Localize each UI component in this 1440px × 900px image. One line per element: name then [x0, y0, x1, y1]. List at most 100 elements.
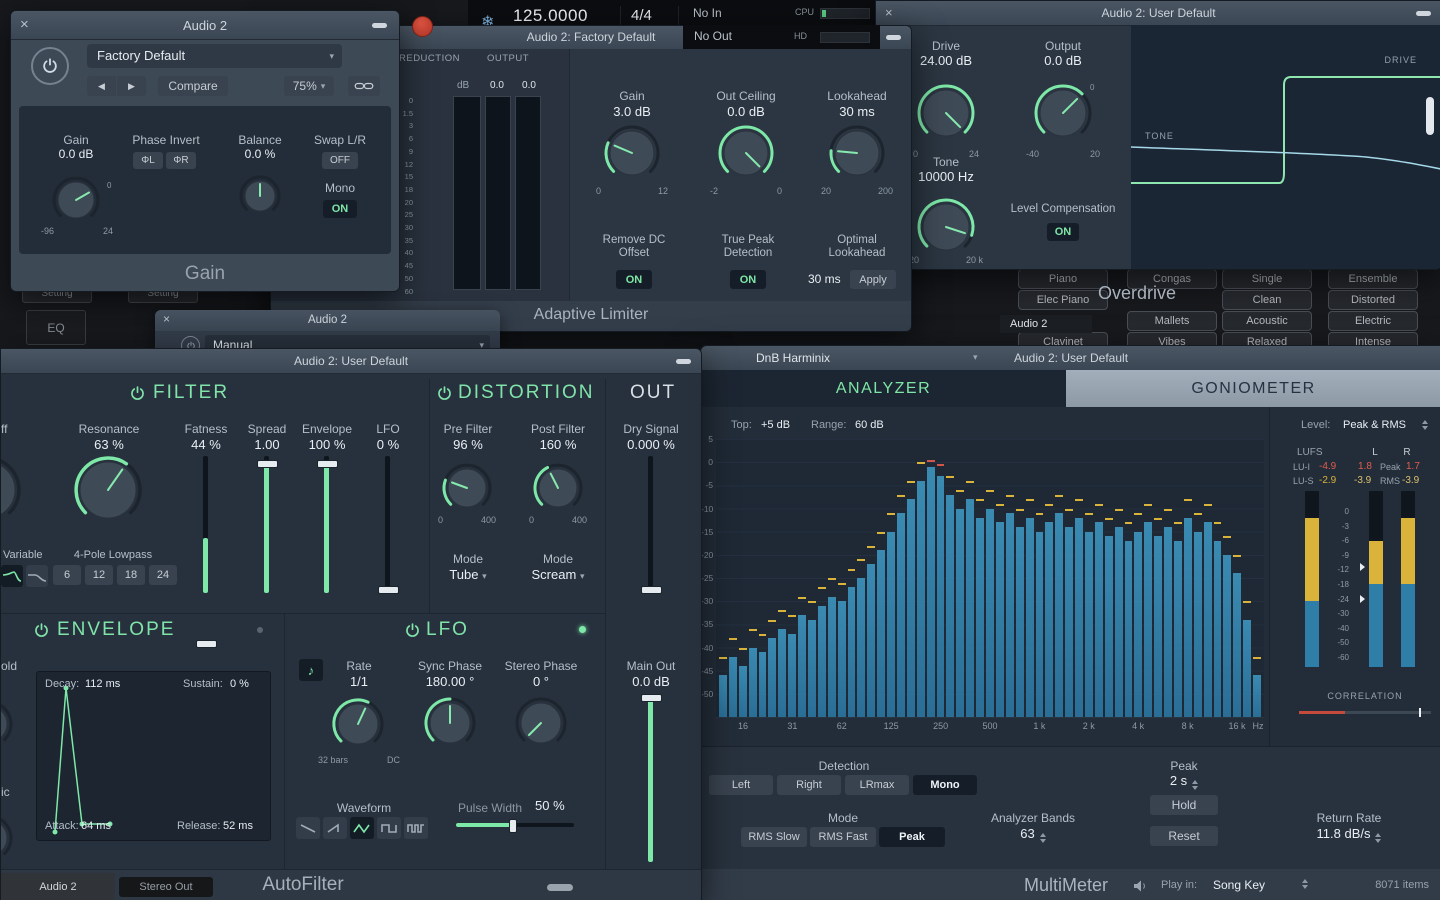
- main-out-slider[interactable]: [641, 694, 662, 862]
- compare-button[interactable]: Compare: [158, 76, 228, 96]
- resonance-knob[interactable]: [70, 452, 146, 531]
- prev-preset-button[interactable]: ◀: [87, 76, 116, 96]
- preset-dropdown[interactable]: Factory Default ▾: [87, 44, 342, 68]
- library-clean[interactable]: Clean: [1222, 290, 1312, 310]
- resize-handle[interactable]: [547, 884, 573, 891]
- threshold-knob[interactable]: [1, 696, 17, 755]
- top-value[interactable]: +5 dB: [761, 419, 790, 431]
- slope-option-24[interactable]: 24: [149, 565, 177, 585]
- tone-value[interactable]: 10000 Hz: [901, 169, 991, 184]
- dynamic-knob[interactable]: [1, 810, 17, 869]
- sync-phase-knob[interactable]: [420, 693, 480, 756]
- time-signature[interactable]: 4/4: [631, 7, 652, 24]
- filter-power-icon[interactable]: [129, 385, 146, 402]
- overdrive-titlebar[interactable]: × Audio 2: User Default: [876, 1, 1440, 26]
- input-display[interactable]: No In: [693, 6, 722, 20]
- out-ceiling-value[interactable]: 0.0 dB: [701, 104, 791, 119]
- play-in-stepper[interactable]: [1302, 879, 1308, 889]
- envelope-amount-slider[interactable]: [317, 456, 338, 593]
- library-piano[interactable]: Piano: [1018, 269, 1108, 289]
- apply-button[interactable]: Apply: [850, 270, 896, 289]
- envelope-graph[interactable]: Decay: 112 ms Sustain: 0 % Attack: 64 ms…: [36, 671, 271, 841]
- detection-option-left[interactable]: Left: [709, 775, 773, 795]
- minimize-pill[interactable]: [372, 23, 387, 28]
- level-stepper[interactable]: [1422, 420, 1428, 430]
- next-preset-button[interactable]: ▶: [117, 76, 146, 96]
- sync-phase-value[interactable]: 180.00 °: [410, 674, 490, 689]
- spread-slider[interactable]: [257, 456, 278, 593]
- multimeter-titlebar[interactable]: DnB Harminix ▾ Audio 2: User Default: [701, 346, 1440, 371]
- lookahead-knob[interactable]: [825, 121, 889, 188]
- stereo-out-button[interactable]: Stereo Out: [119, 877, 213, 897]
- limiter-gain-knob[interactable]: [600, 121, 664, 188]
- graph-slider-handle[interactable]: [1426, 97, 1434, 135]
- detection-option-right[interactable]: Right: [777, 775, 841, 795]
- cutoff-knob[interactable]: [1, 452, 25, 531]
- output-display[interactable]: No Out: [694, 29, 732, 43]
- pre-filter-knob[interactable]: [438, 459, 496, 520]
- waveform-square-icon[interactable]: [377, 817, 401, 839]
- rate-knob[interactable]: [328, 694, 388, 757]
- library-single[interactable]: Single: [1222, 269, 1312, 289]
- autofilter-titlebar[interactable]: Audio 2: User Default: [1, 349, 701, 374]
- waveform-saw-up-icon[interactable]: [323, 817, 347, 839]
- out-ceiling-knob[interactable]: [714, 121, 778, 188]
- pre-mode-dropdown[interactable]: Tube ▾: [428, 567, 508, 582]
- output-value[interactable]: 0.0 dB: [1023, 53, 1103, 68]
- fatness-slider[interactable]: [196, 456, 217, 648]
- main-out-value[interactable]: 0.0 dB: [611, 674, 691, 689]
- pulse-width-slider[interactable]: [456, 819, 574, 833]
- pulse-width-handle[interactable]: [509, 819, 517, 833]
- rate-value[interactable]: 1/1: [319, 674, 399, 689]
- filter-shape-lowpass-icon[interactable]: [1, 565, 23, 587]
- detection-option-mono[interactable]: Mono: [913, 775, 977, 795]
- filter-shape-alt-icon[interactable]: [26, 565, 48, 587]
- minimize-pill[interactable]: [676, 359, 691, 364]
- waveform-triangle-icon[interactable]: [350, 817, 374, 839]
- bypass-button[interactable]: [31, 47, 69, 85]
- tab-goniometer[interactable]: GONIOMETER: [1066, 370, 1440, 407]
- gain-knob[interactable]: [48, 172, 104, 231]
- waveform-pulse-icon[interactable]: [404, 817, 428, 839]
- library-ensemble[interactable]: Ensemble: [1328, 269, 1418, 289]
- drive-value[interactable]: 24.00 dB: [906, 53, 986, 68]
- limiter-gain-value[interactable]: 3.0 dB: [587, 104, 677, 119]
- dry-signal-slider[interactable]: [641, 456, 662, 594]
- gain-titlebar[interactable]: × Audio 2: [11, 11, 399, 40]
- phase-left-button[interactable]: ΦL: [133, 152, 163, 169]
- stereo-phase-value[interactable]: 0 °: [501, 674, 581, 689]
- lfo-amount-slider[interactable]: [378, 456, 399, 594]
- post-filter-knob[interactable]: [529, 459, 587, 520]
- minimize-pill[interactable]: [1416, 11, 1431, 16]
- library-electric[interactable]: Electric: [1328, 311, 1418, 331]
- filter-lfo-value[interactable]: 0 %: [348, 437, 428, 452]
- level-comp-on-button[interactable]: ON: [1047, 223, 1079, 241]
- tab-analyzer[interactable]: ANALYZER: [701, 370, 1066, 407]
- phase-right-button[interactable]: ΦR: [166, 152, 196, 169]
- library-distorted[interactable]: Distorted: [1328, 290, 1418, 310]
- mode-option-rms-fast[interactable]: RMS Fast: [810, 827, 876, 847]
- speaker-icon[interactable]: [1133, 879, 1149, 893]
- optimal-lookahead-value[interactable]: 30 ms: [808, 272, 848, 286]
- play-in-value[interactable]: Song Key: [1213, 878, 1265, 892]
- balance-knob[interactable]: [235, 171, 285, 224]
- lfo-power-icon[interactable]: [404, 622, 421, 639]
- library-elec-piano[interactable]: Elec Piano: [1018, 290, 1108, 310]
- mode-option-peak[interactable]: Peak: [879, 827, 945, 847]
- slope-option-6[interactable]: 6: [53, 565, 81, 585]
- post-mode-dropdown[interactable]: Scream ▾: [518, 567, 598, 582]
- pulse-width-value[interactable]: 50 %: [535, 798, 581, 813]
- waveform-saw-down-icon[interactable]: [296, 817, 320, 839]
- level-value[interactable]: Peak & RMS: [1343, 419, 1406, 431]
- true-peak-on-button[interactable]: ON: [730, 270, 766, 289]
- range-value[interactable]: 60 dB: [855, 419, 884, 431]
- eq-slot-button[interactable]: EQ: [26, 310, 86, 345]
- envelope-power-icon[interactable]: [33, 622, 50, 639]
- drive-knob[interactable]: [913, 80, 979, 149]
- detection-option-lrmax[interactable]: LRmax: [845, 775, 909, 795]
- hold-button[interactable]: Hold: [1150, 795, 1218, 815]
- pre-filter-value[interactable]: 96 %: [428, 437, 508, 452]
- tempo-display[interactable]: 125.0000: [513, 6, 588, 26]
- link-button[interactable]: [348, 76, 380, 96]
- tone-knob[interactable]: [913, 194, 979, 263]
